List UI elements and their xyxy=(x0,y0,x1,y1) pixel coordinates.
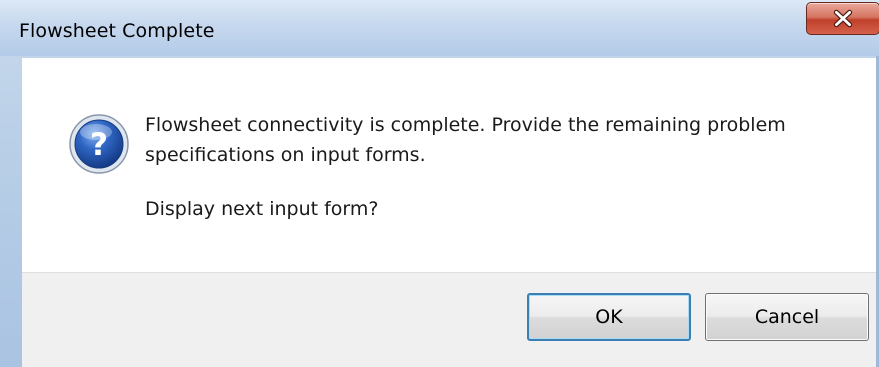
dialog-window: Flowsheet Complete ? Flowsheet connectiv… xyxy=(0,0,879,367)
cancel-button[interactable]: Cancel xyxy=(705,293,869,341)
question-icon: ? xyxy=(69,114,129,174)
message-area: ? Flowsheet connectivity is complete. Pr… xyxy=(22,58,879,272)
ok-button[interactable]: OK xyxy=(527,293,691,341)
close-button[interactable] xyxy=(806,2,879,35)
title-bar[interactable]: Flowsheet Complete xyxy=(0,0,879,56)
prompt-text: Display next input form? xyxy=(145,198,379,220)
message-text: Flowsheet connectivity is complete. Prov… xyxy=(145,114,786,166)
close-icon xyxy=(833,9,853,28)
window-title: Flowsheet Complete xyxy=(19,20,215,42)
svg-text:?: ? xyxy=(90,127,108,163)
button-panel: OK Cancel xyxy=(22,272,879,367)
